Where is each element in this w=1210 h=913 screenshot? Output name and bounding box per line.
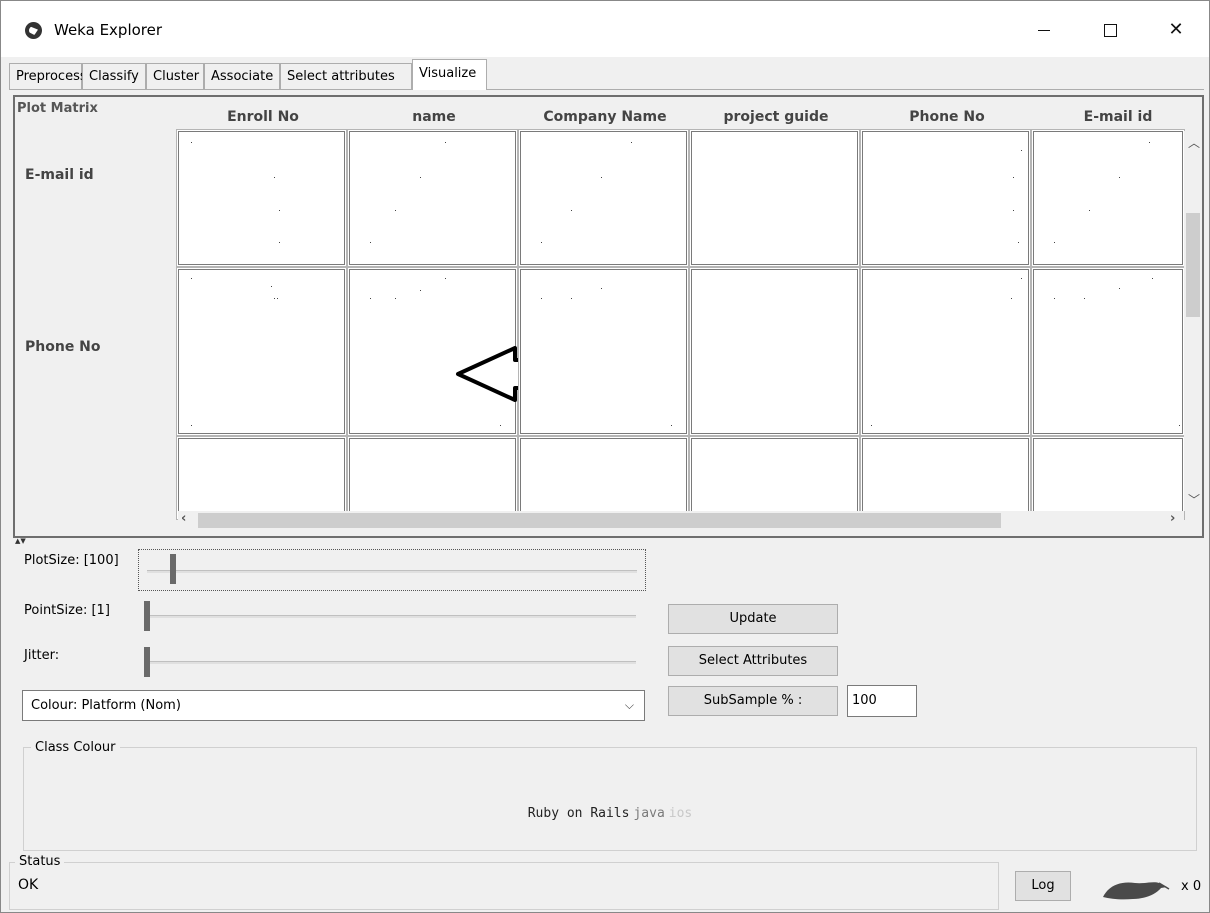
scatter-cell[interactable] — [862, 131, 1029, 265]
title-bar: Weka Explorer ✕ — [1, 1, 1209, 57]
weka-explorer-window: Weka Explorer ✕ Preprocess Classify Clus… — [0, 0, 1210, 913]
class-colour-item[interactable]: java — [633, 806, 664, 821]
column-header-name: name — [412, 109, 456, 125]
scatter-cell[interactable] — [520, 131, 687, 265]
status-text: OK — [18, 877, 39, 893]
scatter-cell[interactable] — [349, 438, 516, 518]
close-button[interactable]: ✕ — [1153, 13, 1199, 47]
scroll-up-icon[interactable]: ︿ — [1188, 134, 1200, 151]
tab-cluster[interactable]: Cluster — [146, 63, 204, 89]
scatter-cell[interactable] — [1033, 131, 1183, 265]
tab-visualize[interactable]: Visualize — [412, 59, 487, 90]
plotsize-slider-thumb[interactable] — [170, 554, 176, 584]
chevron-down-icon: ⌵ — [624, 698, 634, 712]
column-header-company-name: Company Name — [543, 109, 667, 125]
plot-matrix-label: Plot Matrix — [17, 101, 98, 116]
tab-associate[interactable]: Associate — [204, 63, 280, 89]
colour-select[interactable]: Colour: Platform (Nom) ⌵ — [22, 690, 645, 721]
plotsize-slider[interactable] — [138, 549, 646, 591]
class-colour-item[interactable]: ios — [669, 806, 692, 821]
weka-bird-icon[interactable] — [1099, 877, 1171, 903]
scatter-cell[interactable] — [691, 131, 858, 265]
splitter-arrows-icon[interactable]: ▲▼ — [15, 537, 26, 545]
minimize-button[interactable] — [1021, 13, 1067, 47]
tab-bar: Preprocess Classify Cluster Associate Se… — [9, 58, 1204, 90]
update-button[interactable]: Update — [668, 604, 838, 634]
vertical-scroll-thumb[interactable] — [1186, 213, 1200, 317]
vertical-scrollbar[interactable]: ︿ ﹀ — [1184, 131, 1202, 511]
jitter-label: Jitter: — [24, 648, 60, 663]
column-header-enroll-no: Enroll No — [227, 109, 299, 125]
class-colour-legend: Ruby on Rails java ios — [24, 806, 1196, 821]
scatter-cell[interactable] — [349, 269, 597, 434]
status-title: Status — [15, 854, 65, 869]
pointsize-label: PointSize: [1] — [24, 603, 110, 618]
scatter-cell[interactable] — [178, 131, 345, 265]
scatter-cell[interactable] — [178, 438, 345, 518]
select-attributes-button[interactable]: Select Attributes — [668, 646, 838, 676]
pointsize-slider-thumb[interactable] — [144, 601, 150, 631]
scatter-cell[interactable] — [1033, 438, 1183, 518]
class-colour-item[interactable]: Ruby on Rails — [528, 806, 630, 821]
pointsize-slider[interactable] — [138, 591, 646, 633]
class-colour-group: Ruby on Rails java ios — [23, 747, 1197, 851]
horizontal-scroll-thumb[interactable] — [198, 513, 1001, 528]
scatter-cell[interactable] — [862, 438, 1029, 518]
pointsize-slider-track — [146, 615, 636, 618]
scatter-cell[interactable] — [520, 269, 687, 434]
jitter-slider-track — [146, 661, 636, 664]
scatter-cell[interactable] — [520, 438, 687, 518]
scatter-cell[interactable] — [691, 269, 858, 434]
jitter-slider[interactable] — [138, 637, 646, 679]
subsample-button[interactable]: SubSample % : — [668, 686, 838, 716]
scroll-left-icon[interactable]: ‹ — [181, 511, 186, 526]
row-header-email-id: E-mail id — [25, 167, 94, 183]
subsample-input[interactable]: 100 — [847, 685, 917, 717]
scatter-cell[interactable] — [691, 438, 858, 518]
horizontal-scrollbar[interactable]: ‹ › — [178, 511, 1184, 529]
colour-select-value: Colour: Platform (Nom) — [31, 698, 181, 713]
task-count: x 0 — [1181, 879, 1202, 894]
tab-preprocess[interactable]: Preprocess — [9, 63, 87, 89]
plot-matrix-panel: Plot Matrix Enroll No name Company Name … — [13, 95, 1204, 538]
window-title: Weka Explorer — [54, 21, 163, 39]
column-header-phone-no: Phone No — [909, 109, 985, 125]
class-colour-title: Class Colour — [31, 740, 120, 755]
tab-classify[interactable]: Classify — [82, 63, 146, 89]
status-group — [9, 862, 999, 910]
scatter-cell[interactable] — [1033, 269, 1183, 434]
scatter-cell[interactable] — [349, 131, 516, 265]
maximize-button[interactable] — [1087, 13, 1133, 47]
scatter-cell[interactable] — [862, 269, 1029, 434]
log-button[interactable]: Log — [1015, 871, 1071, 901]
minimize-icon — [1038, 29, 1050, 31]
column-header-email-id: E-mail id — [1083, 109, 1153, 125]
scatter-cell[interactable] — [178, 269, 345, 434]
scroll-right-icon[interactable]: › — [1170, 511, 1175, 526]
plotsize-slider-track — [147, 570, 637, 573]
close-icon: ✕ — [1168, 19, 1184, 40]
plotsize-label: PlotSize: [100] — [24, 553, 119, 568]
row-header-phone-no: Phone No — [25, 339, 101, 355]
maximize-icon — [1103, 23, 1117, 37]
column-header-project-guide: project guide — [723, 109, 829, 125]
tab-select-attributes[interactable]: Select attributes — [280, 63, 412, 89]
weka-app-icon — [25, 22, 42, 39]
jitter-slider-thumb[interactable] — [144, 647, 150, 677]
scroll-down-icon[interactable]: ﹀ — [1188, 491, 1200, 508]
